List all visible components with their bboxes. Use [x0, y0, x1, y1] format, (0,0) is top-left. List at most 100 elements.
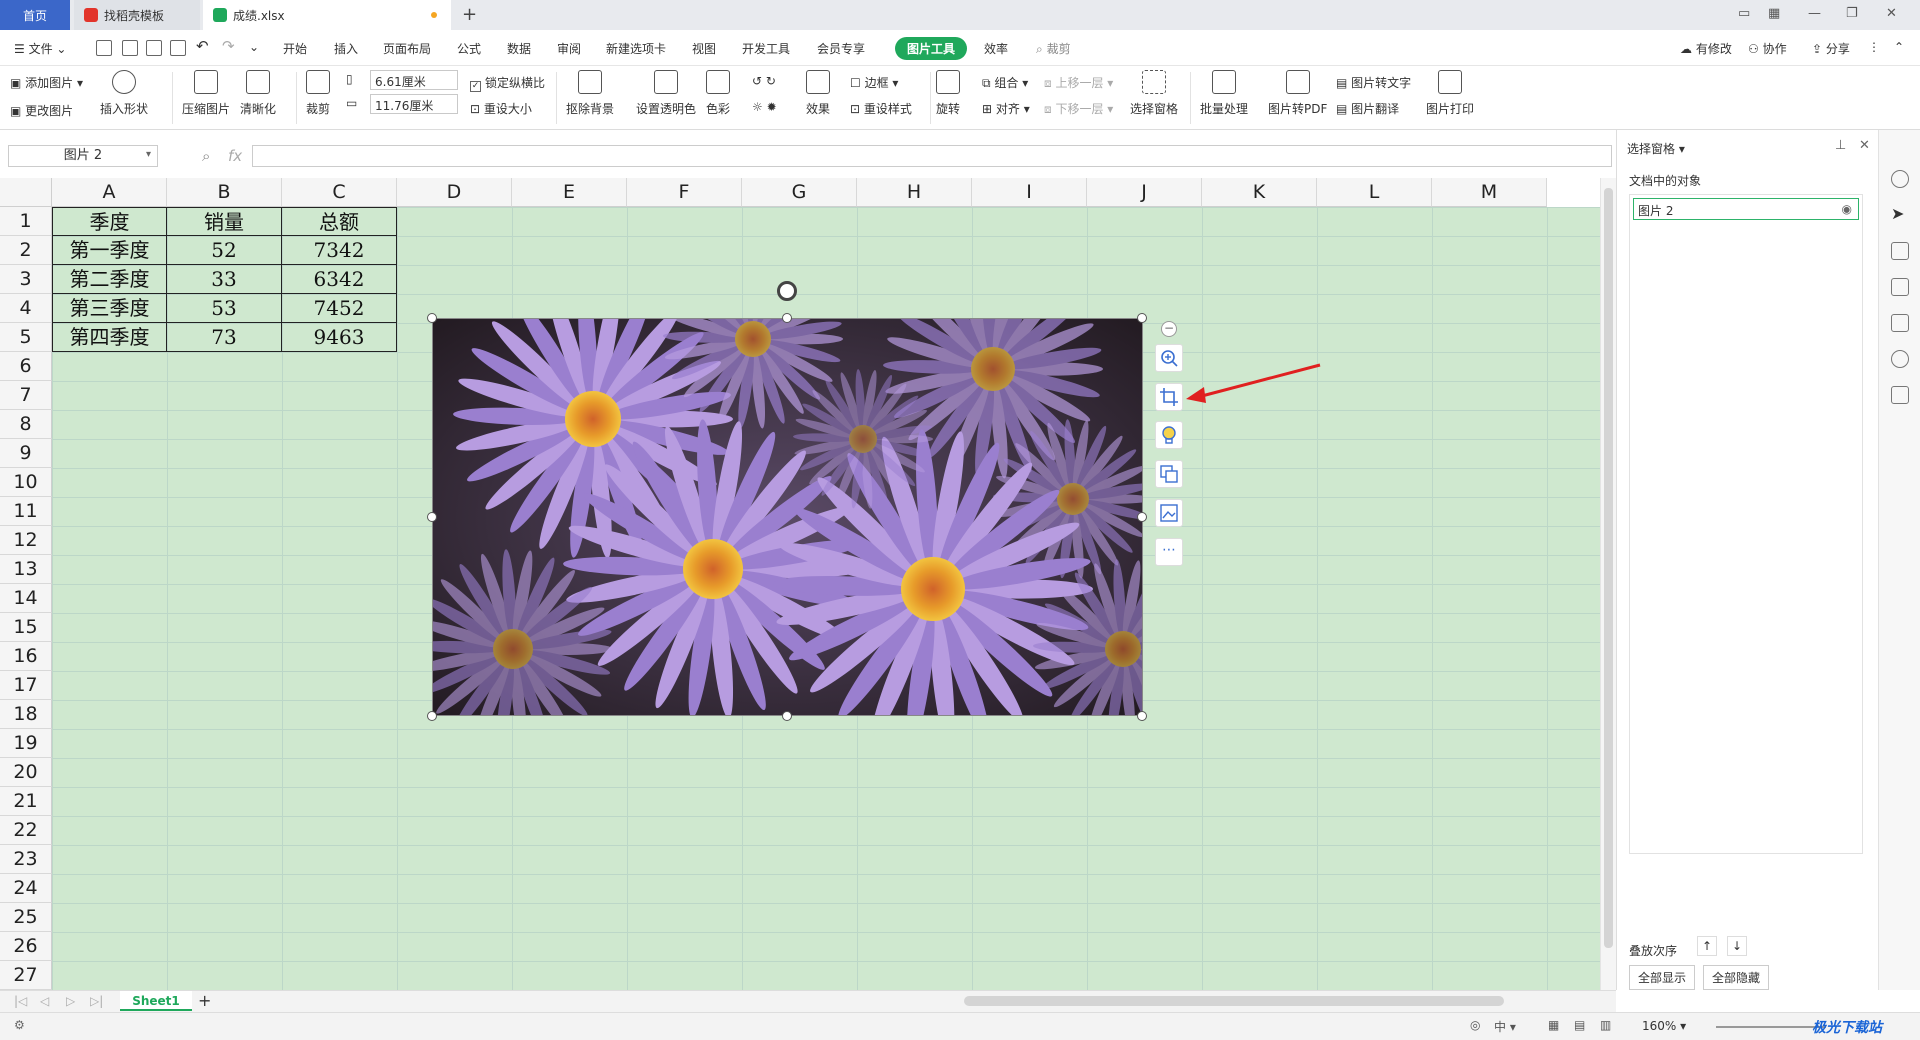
group-button[interactable]: ⧉ 组合 ▾ — [982, 74, 1028, 91]
first-sheet-icon[interactable]: |◁ — [14, 994, 27, 1008]
input-method-icon[interactable]: 中 ▾ — [1494, 1018, 1516, 1035]
row-header[interactable]: 2 — [0, 236, 52, 265]
menu-review[interactable]: 审阅 — [557, 40, 581, 57]
location-icon[interactable] — [1891, 350, 1909, 368]
share-button[interactable]: ⇪ 分享 — [1812, 40, 1850, 57]
menu-data[interactable]: 数据 — [507, 40, 531, 57]
backup-icon[interactable] — [1891, 314, 1909, 332]
collapse-toolbar-icon[interactable]: − — [1161, 321, 1177, 337]
crop-picture-button[interactable] — [1155, 383, 1183, 411]
more-options-button[interactable]: ⋯ — [1155, 538, 1183, 566]
row-header[interactable]: 1 — [0, 207, 52, 236]
last-sheet-icon[interactable]: ▷| — [90, 994, 103, 1008]
column-header[interactable]: M — [1432, 178, 1547, 207]
quick-menu-chevron-icon[interactable]: ⌄ — [249, 40, 259, 54]
namebox-dropdown-icon[interactable]: ▾ — [146, 149, 151, 160]
redo-icon[interactable]: ↷ — [222, 37, 235, 55]
table-cell[interactable]: 6342 — [282, 265, 397, 294]
column-header[interactable]: L — [1317, 178, 1432, 207]
transparent-button[interactable]: 设置透明色 — [636, 70, 696, 117]
menu-formula[interactable]: 公式 — [457, 40, 481, 57]
move-down-icon[interactable]: ↓ — [1727, 936, 1747, 956]
column-header[interactable]: I — [972, 178, 1087, 207]
row-header[interactable]: 18 — [0, 700, 52, 729]
row-header[interactable]: 4 — [0, 294, 52, 323]
menu-picture-tools[interactable]: 图片工具 — [895, 37, 968, 60]
row-header[interactable]: 11 — [0, 497, 52, 526]
column-header[interactable]: D — [397, 178, 512, 207]
tab-home[interactable]: 首页 — [0, 0, 70, 30]
show-all-button[interactable]: 全部显示 — [1629, 965, 1696, 990]
column-header[interactable]: K — [1202, 178, 1317, 207]
table-cell[interactable]: 9463 — [282, 323, 397, 352]
resize-handle-right[interactable] — [1137, 512, 1147, 522]
width-input[interactable]: 6.61厘米 — [370, 70, 458, 90]
row-header[interactable]: 6 — [0, 352, 52, 381]
rotate-button[interactable]: 旋转 — [936, 70, 960, 117]
new-tab-button[interactable]: + — [462, 4, 477, 25]
column-header[interactable]: J — [1087, 178, 1202, 207]
row-header[interactable]: 19 — [0, 729, 52, 758]
send-backward-button[interactable]: ⧈ 下移一层 ▾ — [1044, 100, 1113, 117]
row-header[interactable]: 17 — [0, 671, 52, 700]
edit-picture-button[interactable] — [1155, 499, 1183, 527]
sharpen-button[interactable]: 清晰化 — [240, 70, 276, 117]
row-header[interactable]: 15 — [0, 613, 52, 642]
column-header[interactable]: A — [52, 178, 167, 207]
resize-handle-top-left[interactable] — [427, 313, 437, 323]
menu-page-layout[interactable]: 页面布局 — [383, 40, 431, 57]
resize-handle-bottom-right[interactable] — [1137, 711, 1147, 721]
row-header[interactable]: 8 — [0, 410, 52, 439]
column-header[interactable]: C — [282, 178, 397, 207]
smart-suggest-button[interactable] — [1155, 421, 1183, 449]
print-icon[interactable] — [146, 40, 162, 56]
row-header[interactable]: 3 — [0, 265, 52, 294]
row-header[interactable]: 20 — [0, 758, 52, 787]
menu-insert[interactable]: 插入 — [334, 40, 358, 57]
row-header[interactable]: 12 — [0, 526, 52, 555]
export-icon[interactable] — [122, 40, 138, 56]
zoom-in-picture-button[interactable] — [1155, 344, 1183, 372]
effect-button[interactable]: 效果 — [806, 70, 830, 117]
table-cell[interactable]: 销量 — [167, 207, 282, 236]
tab-file[interactable]: 成绩.xlsx — [203, 0, 451, 30]
select-all-corner[interactable] — [0, 178, 52, 207]
menu-developer[interactable]: 开发工具 — [742, 40, 790, 57]
zoom-slider[interactable] — [1716, 1026, 1826, 1028]
apps-icon[interactable]: ▦ — [1768, 6, 1780, 21]
menu-view[interactable]: 视图 — [692, 40, 716, 57]
table-cell[interactable]: 53 — [167, 294, 282, 323]
menu-home[interactable]: 开始 — [283, 40, 307, 57]
remove-bg-button[interactable]: 抠除背景 — [566, 70, 614, 117]
column-header[interactable]: E — [512, 178, 627, 207]
selected-picture[interactable] — [432, 318, 1143, 716]
menu-member[interactable]: 会员专享 — [817, 40, 865, 57]
row-header[interactable]: 10 — [0, 468, 52, 497]
crop-button[interactable]: 裁剪 — [306, 70, 330, 117]
page-break-view-icon[interactable]: ▥ — [1600, 1018, 1611, 1032]
row-header[interactable]: 23 — [0, 845, 52, 874]
next-sheet-icon[interactable]: ▷ — [66, 994, 75, 1008]
bring-forward-button[interactable]: ⧈ 上移一层 ▾ — [1044, 74, 1113, 91]
zoom-formula-icon[interactable]: ⌕ — [202, 147, 210, 165]
sheet-tab[interactable]: Sheet1 — [120, 991, 192, 1011]
batch-button[interactable]: 批量处理 — [1200, 70, 1248, 117]
table-cell[interactable]: 第三季度 — [52, 294, 167, 323]
horizontal-scroll-thumb[interactable] — [964, 996, 1504, 1006]
properties-icon[interactable] — [1891, 242, 1909, 260]
copy-picture-button[interactable] — [1155, 460, 1183, 488]
column-header[interactable]: H — [857, 178, 972, 207]
undo-icon[interactable]: ↶ — [196, 37, 209, 55]
table-cell[interactable]: 第一季度 — [52, 236, 167, 265]
translate-button[interactable]: ▤ 图片翻译 — [1336, 100, 1399, 117]
restore-button[interactable]: ❐ — [1846, 6, 1858, 21]
save-icon[interactable] — [96, 40, 112, 56]
reset-style-button[interactable]: ⊡ 重设样式 — [850, 100, 912, 117]
format-icon[interactable] — [1891, 278, 1909, 296]
menu-efficiency[interactable]: 效率 — [984, 40, 1008, 57]
row-header[interactable]: 13 — [0, 555, 52, 584]
border-button[interactable]: ☐ 边框 ▾ — [850, 74, 898, 91]
close-window-button[interactable]: ✕ — [1886, 6, 1897, 21]
pointer-icon[interactable]: ➤ — [1891, 206, 1909, 224]
table-cell[interactable]: 7342 — [282, 236, 397, 265]
